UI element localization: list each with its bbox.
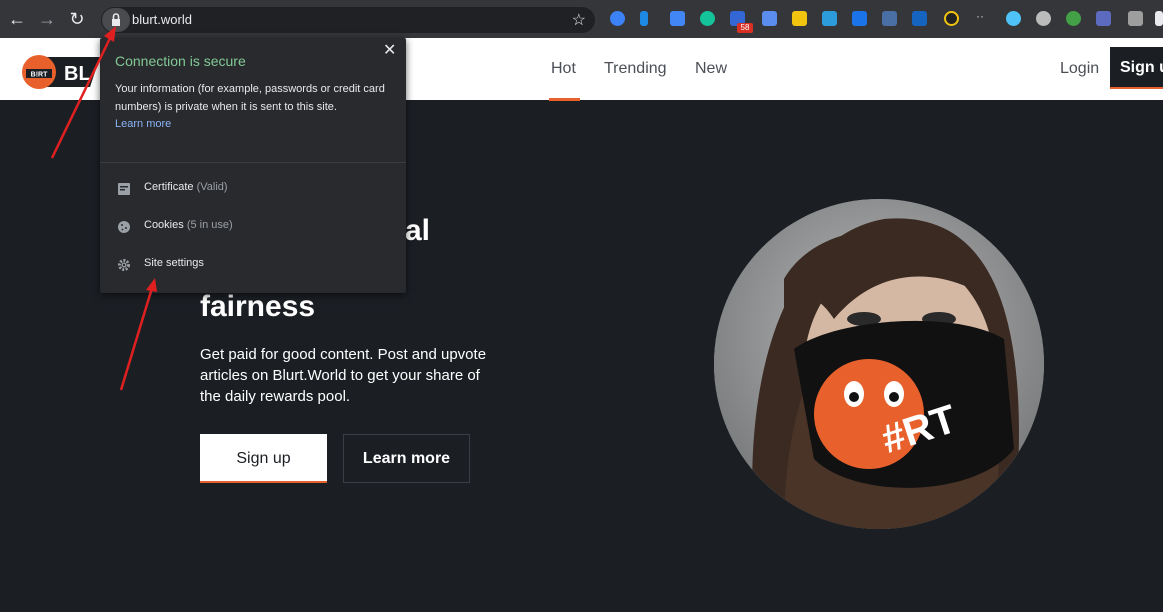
grammarly-extension-icon[interactable] [700, 11, 715, 26]
popup-title: Connection is secure [115, 53, 246, 69]
bookmark-star-icon[interactable]: ☆ [572, 10, 586, 30]
cookies-label: Cookies (5 in use) [144, 219, 233, 231]
popup-description: Your information (for example, passwords… [115, 83, 385, 113]
site-settings-label: Site settings [144, 257, 204, 269]
extension-icon[interactable] [1036, 11, 1051, 26]
extension-icon[interactable] [762, 11, 777, 26]
hero-heading-fragment: al [405, 214, 431, 247]
nav-new[interactable]: New [695, 60, 727, 78]
translate-extension-icon[interactable] [670, 11, 685, 26]
annotation-arrow [119, 287, 154, 391]
learn-more-button[interactable]: Learn more [343, 434, 470, 483]
url-text: blurt.world [132, 12, 192, 27]
extension-icon[interactable] [1155, 11, 1163, 26]
extension-icon[interactable] [640, 11, 648, 26]
signup-header-button[interactable]: Sign up [1110, 47, 1163, 89]
extension-badge: 58 [737, 23, 753, 33]
forward-arrow-icon[interactable]: → [36, 8, 58, 30]
hero-description: Get paid for good content. Post and upvo… [200, 346, 487, 405]
extension-icon[interactable] [852, 11, 867, 26]
gear-icon [118, 259, 130, 271]
learn-more-link[interactable]: Learn more [115, 118, 171, 130]
cookie-icon [118, 221, 130, 233]
logo-text: B!RT [31, 72, 48, 79]
address-bar[interactable]: blurt.world ☆ [101, 7, 595, 33]
blurt-logo[interactable]: B!RT BL [18, 53, 100, 91]
reload-icon[interactable]: ↻ [66, 8, 88, 30]
site-settings-row[interactable]: Site settings [100, 249, 406, 281]
close-icon[interactable]: ✕ [383, 40, 396, 60]
certificate-label: Certificate (Valid) [144, 181, 228, 193]
signup-button[interactable]: Sign up [200, 434, 327, 483]
divider [100, 162, 406, 163]
extension-icon[interactable] [1096, 11, 1111, 26]
nav-hot[interactable]: Hot [551, 60, 576, 78]
certificate-status: (Valid) [196, 181, 228, 193]
extension-icon[interactable] [822, 11, 837, 26]
certificate-row[interactable]: Certificate (Valid) [100, 173, 406, 205]
login-link[interactable]: Login [1060, 60, 1099, 78]
extension-icon[interactable] [1006, 11, 1021, 26]
more-dots-icon[interactable]: ·· [976, 10, 991, 26]
browser-toolbar: ← → ↻ blurt.world ☆ 58 ·· [0, 0, 1163, 38]
certificate-icon [118, 183, 130, 195]
cookies-row[interactable]: Cookies (5 in use) [100, 211, 406, 243]
extension-icon[interactable] [944, 11, 959, 26]
active-tab-indicator [549, 98, 580, 101]
extension-icon[interactable] [792, 11, 807, 26]
hero-heading: fairness [200, 290, 316, 323]
cookies-count: (5 in use) [186, 219, 233, 231]
nav-trending[interactable]: Trending [604, 60, 667, 78]
back-arrow-icon[interactable]: ← [6, 8, 28, 30]
extension-icon[interactable] [610, 11, 625, 26]
connection-security-popup: Connection is secure ✕ Your information … [100, 38, 406, 293]
extension-icon[interactable] [1128, 11, 1143, 26]
lock-icon[interactable] [102, 8, 130, 32]
extension-icon[interactable] [912, 11, 927, 26]
extension-icon[interactable] [882, 11, 897, 26]
extension-icon[interactable] [1066, 11, 1081, 26]
svg-text:BL: BL [64, 63, 91, 85]
hero-portrait-image: #RT [714, 199, 1044, 529]
